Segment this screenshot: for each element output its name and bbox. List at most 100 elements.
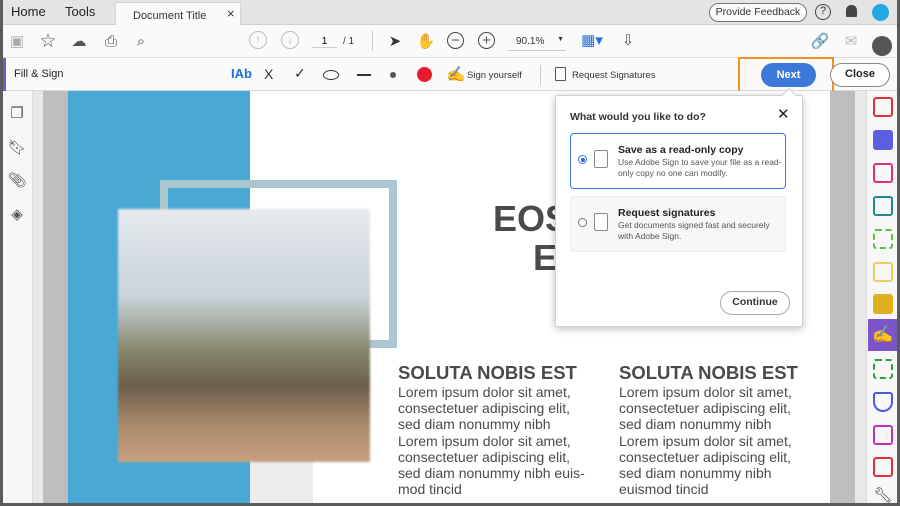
save-options-popover: What would you like to do? ✕ Save as a r… [555, 87, 803, 327]
zoom-value: 90.1% [516, 36, 545, 47]
scan-icon[interactable] [873, 262, 893, 282]
text-column: SOLUTA NOBIS EST Lorem ipsum dolor sit a… [398, 362, 608, 497]
divider [372, 31, 373, 51]
option-title: Request signatures [618, 207, 716, 219]
upload-cloud-icon[interactable]: ☁ [69, 31, 89, 51]
zoom-select[interactable]: 90.1% ▼ [508, 36, 566, 51]
body-line: euismod tincid [619, 481, 709, 498]
create-pdf-icon[interactable] [873, 97, 893, 117]
help-icon[interactable]: ? [815, 4, 831, 20]
next-button[interactable]: Next [761, 63, 816, 87]
check-mark-icon[interactable]: ✓ [294, 65, 306, 82]
text-column: SOLUTA NOBIS EST Lorem ipsum dolor sit a… [619, 362, 829, 497]
divider [540, 65, 541, 85]
radio-unselected[interactable] [578, 218, 587, 227]
body-line: Lorem ipsum dolor sit amet, [619, 432, 792, 449]
page-total: / 1 [343, 36, 355, 47]
provide-feedback-button[interactable]: Provide Feedback [709, 3, 807, 22]
sign-pen-icon[interactable]: ✍ [447, 65, 466, 83]
avatar[interactable] [872, 4, 889, 21]
request-signatures-button[interactable]: Request Signatures [572, 70, 655, 81]
scroll-mode-icon[interactable]: ⇩ [618, 30, 638, 50]
document-icon [594, 150, 608, 168]
option-title: Save as a read-only copy [618, 144, 744, 156]
body-line: mod tincid [398, 481, 462, 498]
column-heading: SOLUTA NOBIS EST [398, 362, 577, 383]
column-body: Lorem ipsum dolor sit amet, consectetuer… [398, 384, 608, 497]
color-picker-icon[interactable] [417, 67, 432, 82]
option-description: Get documents signed fast and securely w… [618, 220, 770, 241]
request-signatures-icon [555, 67, 566, 81]
hand-tool-icon[interactable]: ✋ [416, 31, 436, 51]
blurred-photo [118, 209, 370, 462]
sign-yourself-button[interactable]: Sign yourself [467, 70, 522, 81]
tab-tools[interactable]: Tools [65, 4, 95, 19]
tab-home[interactable]: Home [11, 4, 46, 19]
pages-icon[interactable]: ❐ [8, 104, 26, 122]
body-line: Lorem ipsum dolor sit amet, [398, 384, 571, 400]
fill-sign-title: Fill & Sign [14, 68, 64, 80]
document-tab-title: Document Title [133, 10, 207, 22]
page-number-input[interactable]: 1 [312, 36, 337, 48]
combine-files-icon[interactable] [873, 130, 893, 150]
body-line: sed diam nonummy nibh [619, 416, 772, 433]
tab-bar: Home Tools Document Title × Provide Feed… [3, 0, 897, 26]
dot-icon[interactable] [390, 72, 396, 78]
layers-icon[interactable]: ◈ [8, 205, 26, 223]
body-line: consectetuer adipiscing elit, [398, 400, 570, 417]
body-line: sed diam nonummy nibh [398, 416, 551, 433]
page-layout-icon[interactable]: ▦▾ [581, 30, 603, 50]
body-line: Lorem ipsum dolor sit amet, [619, 384, 792, 400]
organize-pages-icon[interactable] [873, 163, 893, 183]
option-save-read-only[interactable]: Save as a read-only copy Use Adobe Sign … [570, 133, 786, 189]
cross-mark-icon[interactable]: X [264, 66, 273, 82]
account-icon[interactable] [872, 36, 892, 56]
column-heading: SOLUTA NOBIS EST [619, 362, 798, 383]
zoom-in-icon[interactable]: + [478, 32, 495, 49]
right-tools-panel: ✍ 🔧︎ [866, 91, 897, 503]
print-production-icon[interactable] [873, 359, 893, 379]
radio-selected[interactable] [578, 155, 587, 164]
close-popover-icon[interactable]: ✕ [777, 105, 790, 123]
option-description: Use Adobe Sign to save your file as a re… [618, 157, 782, 178]
edit-pdf-icon[interactable] [873, 229, 893, 249]
protect-icon[interactable] [873, 392, 893, 412]
optimize-pdf-icon[interactable] [873, 457, 893, 477]
star-icon[interactable]: ☆ [38, 31, 58, 52]
print-icon[interactable]: ⎙ [101, 31, 121, 51]
option-request-signatures[interactable]: Request signatures Get documents signed … [570, 196, 786, 252]
more-tools-icon[interactable]: 🔧︎ [873, 485, 893, 503]
body-line: sed diam nonummy nibh [619, 465, 772, 482]
line-icon[interactable] [357, 74, 371, 76]
fill-sign-tool-icon[interactable]: ✍ [868, 319, 897, 351]
fill-sign-bar: Fill & Sign IAb X ✓ ✍ Sign yourself Requ… [3, 57, 897, 93]
continue-button[interactable]: Continue [720, 291, 790, 315]
attachment-icon[interactable]: 📎︎ [7, 171, 26, 189]
close-button[interactable]: Close [830, 63, 890, 87]
tab-document[interactable]: Document Title × [115, 2, 241, 26]
link-icon[interactable]: 🔗 [810, 31, 830, 51]
export-pdf-icon[interactable] [873, 196, 893, 216]
search-icon[interactable]: ⌕ [131, 31, 151, 51]
scrollbar[interactable] [855, 91, 866, 503]
bell-icon[interactable] [846, 5, 857, 17]
page-down-icon[interactable]: ↓ [281, 31, 299, 49]
ellipse-icon[interactable] [323, 70, 339, 80]
bookmark-icon[interactable]: 🔖︎ [7, 138, 26, 156]
comment-icon[interactable] [873, 294, 893, 314]
signature-document-icon [594, 213, 608, 231]
page-up-icon[interactable]: ↑ [249, 31, 267, 49]
close-tab-icon[interactable]: × [227, 6, 235, 21]
left-sidebar: ❐ 🔖︎ 📎︎ ◈ ◂ [3, 91, 39, 503]
add-text-icon[interactable]: IAb [231, 66, 252, 81]
body-line: Lorem ipsum dolor sit amet, [398, 432, 571, 449]
zoom-out-icon[interactable]: − [447, 32, 464, 49]
body-line: consectetuer adipiscing elit, [619, 400, 791, 417]
email-icon[interactable]: ✉ [841, 31, 861, 51]
column-body: Lorem ipsum dolor sit amet, consectetuer… [619, 384, 829, 497]
prepare-form-icon[interactable] [873, 425, 893, 445]
popover-title: What would you like to do? [570, 111, 706, 123]
body-line: consectetuer adipiscing elit, [619, 448, 791, 465]
save-icon[interactable]: ▣ [8, 32, 26, 50]
select-cursor-icon[interactable]: ➤ [386, 31, 404, 51]
